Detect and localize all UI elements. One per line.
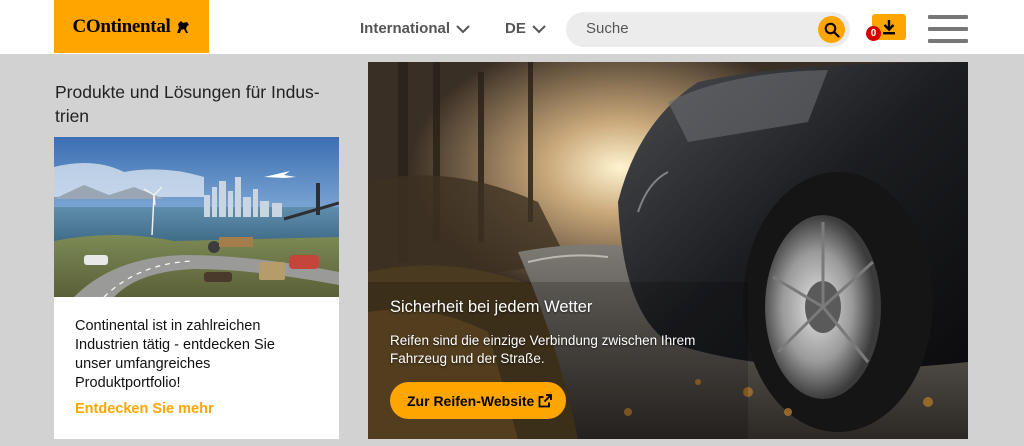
hero-description: Reifen sind die einzige Verbindung zwisc… bbox=[390, 333, 696, 366]
region-selector[interactable]: International bbox=[360, 20, 470, 37]
hero-title: Sicherheit bei jedem Wetter bbox=[390, 298, 593, 316]
logo-wordmark: COntinental bbox=[72, 15, 171, 37]
chevron-down-icon bbox=[532, 24, 546, 34]
search-icon bbox=[824, 22, 840, 38]
horse-logo-icon bbox=[175, 19, 191, 35]
region-label: International bbox=[360, 20, 451, 37]
discover-more-link[interactable]: Entdecken Sie mehr bbox=[75, 401, 214, 417]
card-description: Continental ist in zahlreichen Industrie… bbox=[75, 318, 275, 391]
section-title: Produkte und Lösungen für Indus-trien bbox=[55, 82, 320, 126]
search-input[interactable] bbox=[586, 20, 806, 37]
downloads-count-badge: 0 bbox=[866, 26, 881, 41]
continental-logo[interactable]: COntinental bbox=[54, 0, 209, 53]
tire-website-button-label: Zur Reifen-Website bbox=[407, 392, 535, 409]
tire-website-button[interactable]: Zur Reifen-Website bbox=[390, 382, 567, 419]
chevron-down-icon bbox=[456, 24, 470, 34]
hamburger-menu-icon[interactable] bbox=[928, 15, 968, 43]
site-header: COntinental International DE Suche 0 bbox=[0, 0, 1024, 54]
external-link-icon bbox=[538, 393, 553, 408]
search-button[interactable] bbox=[818, 16, 845, 43]
language-selector[interactable]: DE bbox=[505, 20, 546, 37]
industries-image bbox=[54, 137, 339, 297]
search-bar bbox=[566, 12, 850, 47]
hero-banner: Sicherheit bei jedem Wetter Reifen sind … bbox=[368, 62, 968, 439]
industries-card[interactable]: Continental ist in zahlreichen Industrie… bbox=[54, 137, 339, 439]
downloads-button[interactable]: 0 bbox=[866, 12, 908, 44]
language-label: DE bbox=[505, 20, 526, 37]
